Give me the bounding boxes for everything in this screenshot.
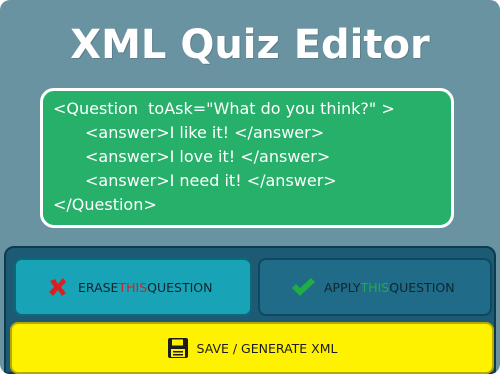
x-icon (46, 275, 70, 299)
xml-line-answer-1: <answer>I like it! </answer> (85, 123, 325, 142)
xml-line-answer-2: <answer>I love it! </answer> (85, 147, 331, 166)
xml-line-question-close: </Question> (53, 195, 157, 214)
apply-label-post: QUESTION (389, 279, 455, 295)
save-label: SAVE / GENERATE XML (196, 340, 338, 356)
apply-label-accent: THIS (360, 279, 390, 295)
xml-editor[interactable]: <Question toAsk="What do you think?" > <… (40, 88, 454, 228)
checkmark-icon (290, 276, 316, 298)
apply-question-button[interactable]: APPLY THIS QUESTION (258, 258, 492, 316)
erase-label-pre: ERASE (78, 279, 119, 295)
action-panel: ERASE THIS QUESTION APPLY THIS QUESTION (4, 246, 496, 374)
erase-label-accent: THIS (118, 279, 148, 295)
apply-label-pre: APPLY (324, 279, 361, 295)
erase-question-button[interactable]: ERASE THIS QUESTION (14, 258, 252, 316)
page-title: XML Quiz Editor (70, 22, 430, 68)
xml-line-answer-3: <answer>I need it! </answer> (85, 171, 337, 190)
erase-label-post: QUESTION (147, 279, 213, 295)
xml-line-question-open: <Question toAsk="What do you think?" > (53, 99, 395, 118)
quiz-editor-window: XML Quiz Editor <Question toAsk="What do… (0, 0, 500, 374)
save-generate-xml-button[interactable]: SAVE / GENERATE XML (10, 322, 494, 374)
floppy-disk-icon (167, 337, 189, 359)
